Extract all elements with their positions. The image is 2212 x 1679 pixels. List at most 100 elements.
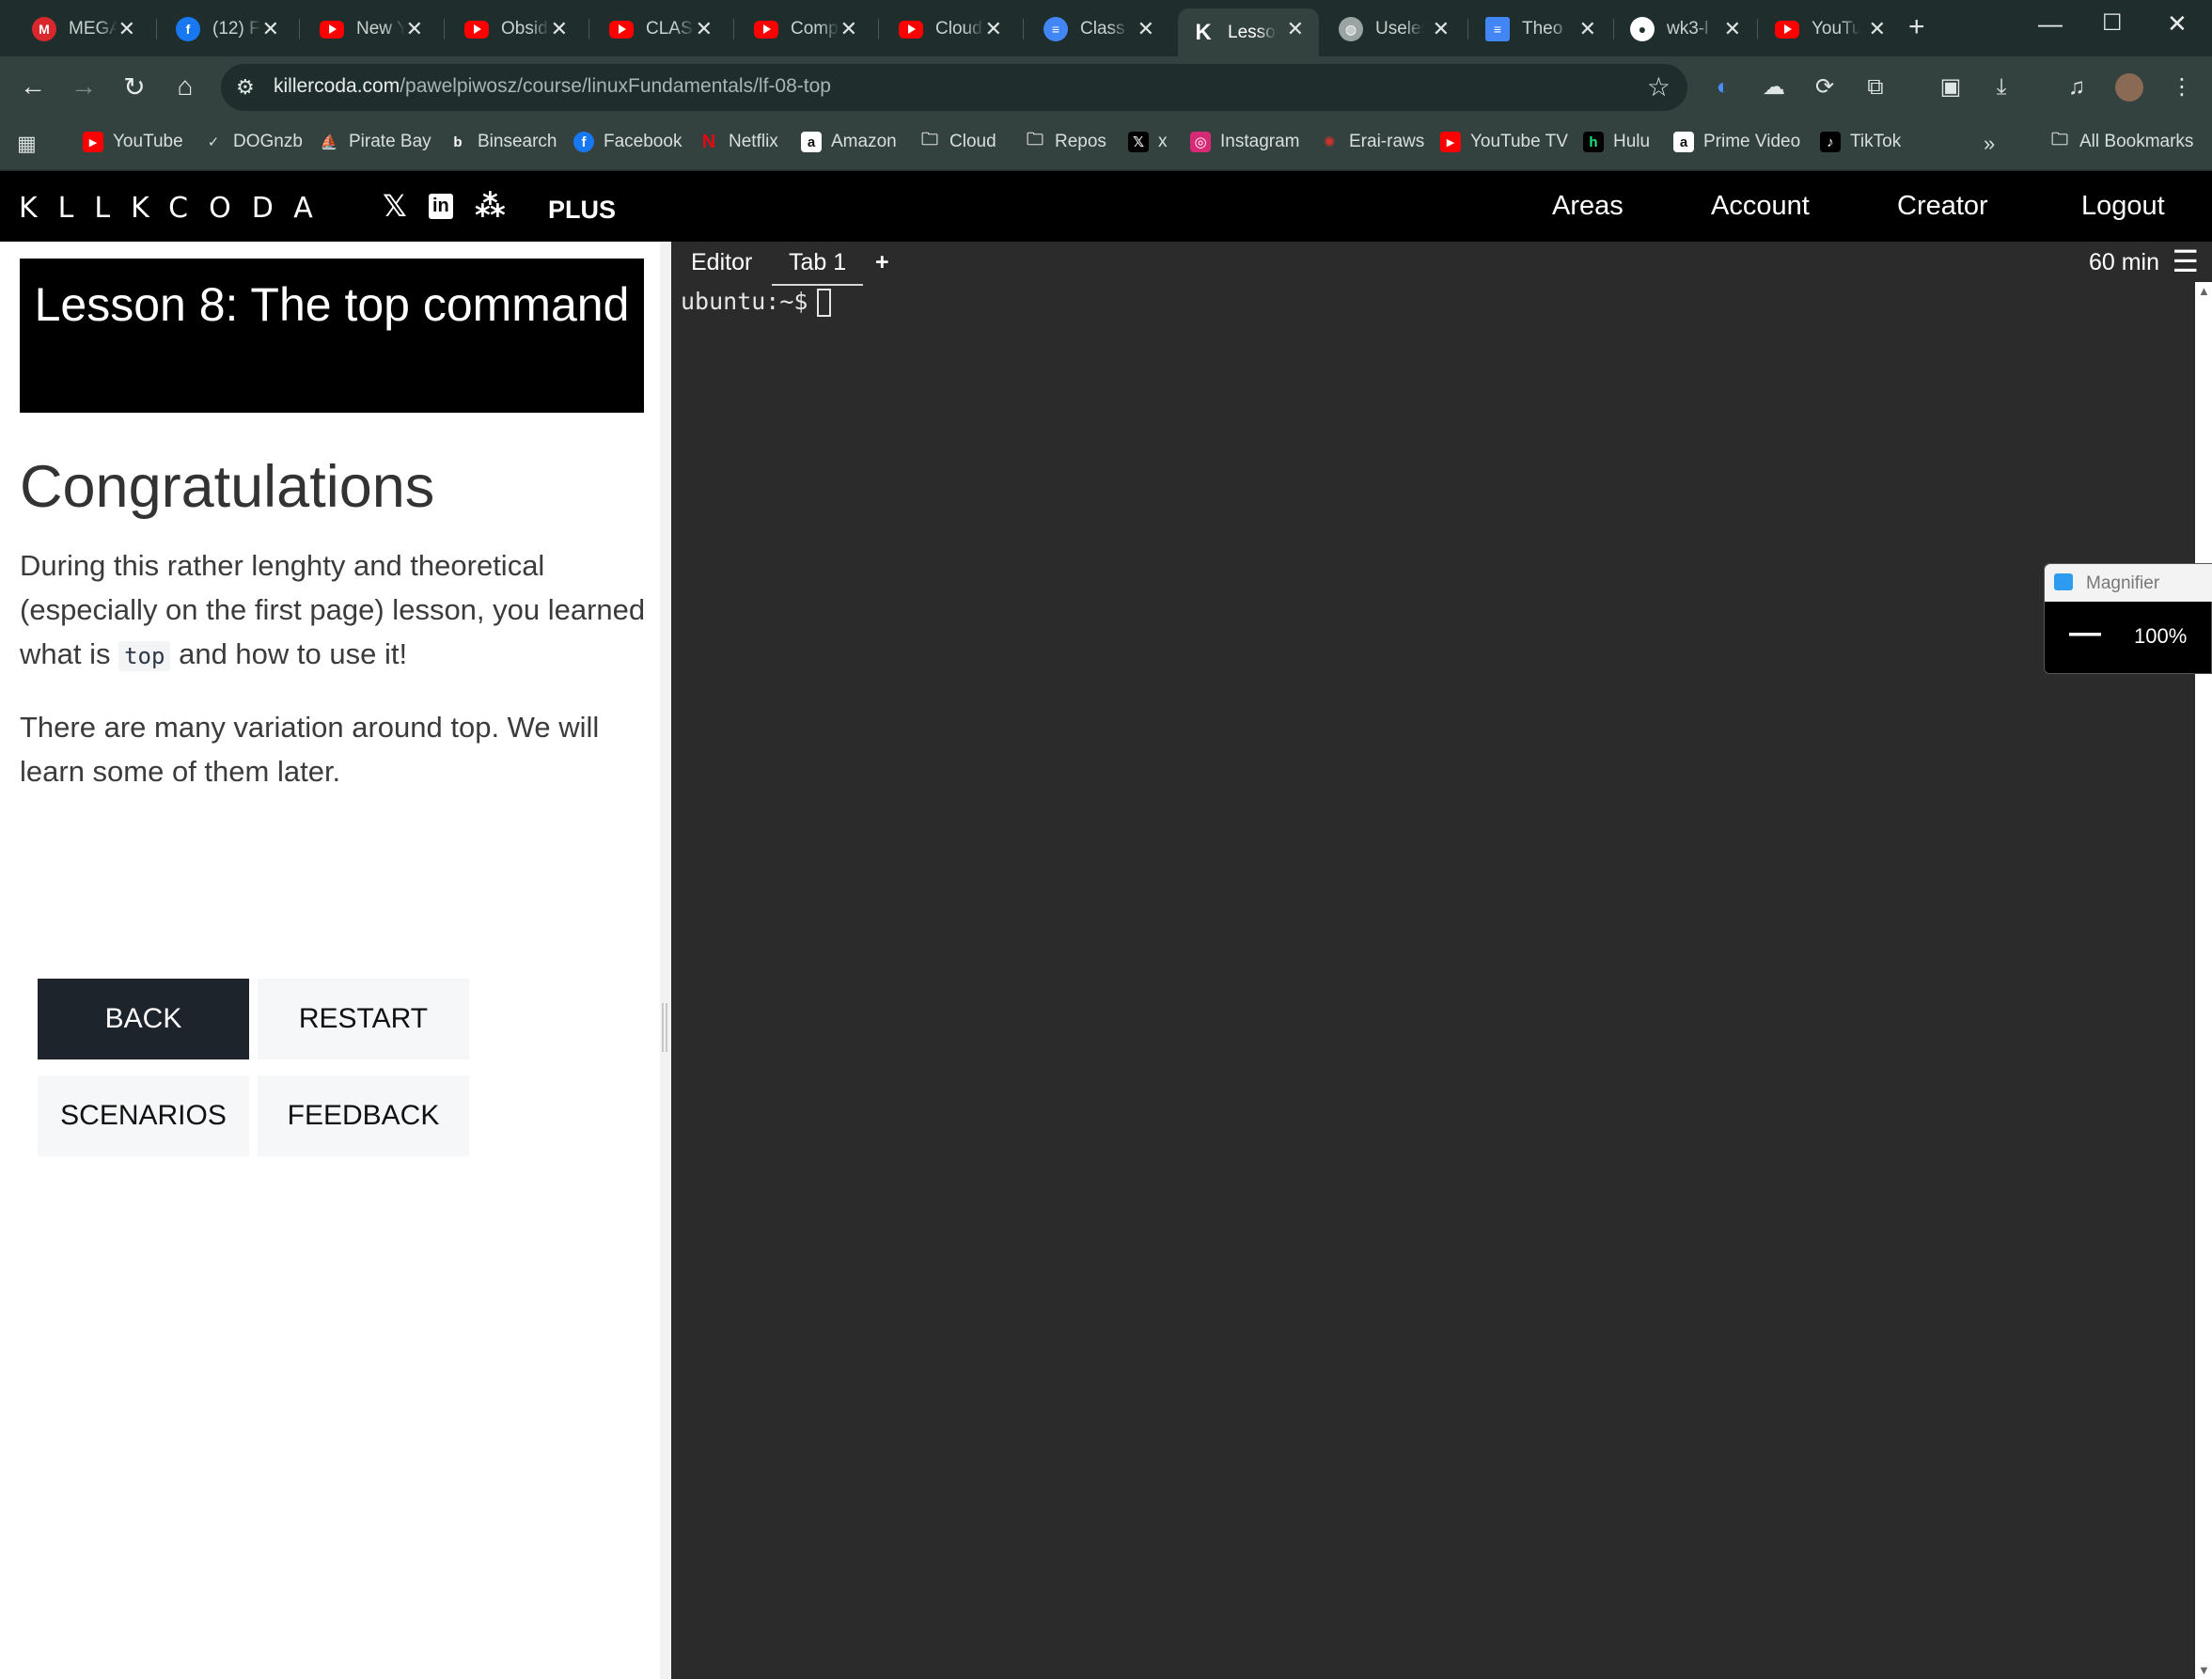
apps-grid-icon[interactable]: ▦ bbox=[17, 132, 37, 156]
reload-icon[interactable]: ↻ bbox=[118, 71, 150, 102]
close-icon[interactable]: ✕ bbox=[1869, 17, 1886, 41]
extensions-puzzle-icon[interactable]: ⧉ bbox=[1861, 73, 1890, 102]
add-tab-button[interactable]: + bbox=[875, 249, 889, 276]
bookmark-folder-cloud[interactable]: 🗀 Cloud bbox=[919, 130, 996, 152]
scenarios-button[interactable]: SCENARIOS bbox=[38, 1075, 249, 1156]
tab-new-youtube[interactable]: New YouTube ✕ bbox=[306, 8, 438, 50]
tab-theo[interactable]: ≡ Theo ✕ bbox=[1472, 8, 1611, 50]
back-arrow-icon[interactable]: ← bbox=[17, 71, 49, 102]
bookmark-label: x bbox=[1158, 132, 1168, 151]
terminal-prompt[interactable]: ubuntu:~$ bbox=[681, 288, 832, 317]
tab-github[interactable]: ● wk3-l ✕ bbox=[1617, 8, 1756, 50]
new-tab-button[interactable]: + bbox=[1908, 11, 1925, 43]
zoom-out-button[interactable]: — bbox=[2069, 615, 2101, 651]
close-icon[interactable]: ✕ bbox=[1287, 17, 1304, 41]
bookmark-pirate-bay[interactable]: ⛵ Pirate Bay bbox=[319, 132, 431, 152]
nav-creator[interactable]: Creator bbox=[1897, 191, 1988, 222]
nav-areas[interactable]: Areas bbox=[1552, 191, 1624, 222]
bookmark-tiktok[interactable]: ♪ TikTok bbox=[1820, 132, 1901, 152]
b-icon: b bbox=[453, 133, 463, 150]
hamburger-menu-icon[interactable]: ☰ bbox=[2172, 243, 2199, 279]
tab-useless[interactable]: ◍ Useless ✕ bbox=[1326, 8, 1465, 50]
restart-button[interactable]: RESTART bbox=[258, 979, 469, 1059]
panel-resize-handle[interactable] bbox=[660, 242, 671, 1679]
terminal-panel[interactable]: Editor Tab 1 + 60 min ☰ ubuntu:~$ ▲ ▼ bbox=[671, 242, 2212, 1679]
screen-search-icon[interactable]: ▣ bbox=[1937, 73, 1965, 102]
back-button[interactable]: BACK bbox=[38, 979, 249, 1059]
nav-logout[interactable]: Logout bbox=[2081, 191, 2165, 222]
prompt-text: ubuntu:~$ bbox=[681, 288, 808, 315]
tab-cloud[interactable]: Cloud ✕ bbox=[886, 8, 1017, 50]
tab-obsidian[interactable]: Obsidian ✕ bbox=[451, 8, 583, 50]
bookmark-x[interactable]: 𝕏x bbox=[1128, 132, 1168, 152]
tab-class-yt[interactable]: CLASS ✕ bbox=[596, 8, 728, 50]
bookmark-label: Instagram bbox=[1220, 132, 1300, 151]
tab-mega[interactable]: M MEGA ✕ bbox=[19, 8, 150, 50]
slack-icon[interactable]: ⁂ bbox=[475, 188, 506, 224]
terminal-scrollbar[interactable]: ▲ ▼ bbox=[2195, 282, 2212, 1679]
avatar[interactable] bbox=[2115, 73, 2143, 102]
tab-youtube[interactable]: YouTube ✕ bbox=[1762, 8, 1901, 50]
media-control-icon[interactable]: ♫ bbox=[2063, 73, 2091, 102]
close-icon[interactable]: ✕ bbox=[1433, 17, 1450, 41]
bookmark-netflix[interactable]: N Netflix bbox=[698, 132, 778, 152]
magnifier-window[interactable]: Magnifier — 100% bbox=[2044, 563, 2212, 674]
bookmark-erai-raws[interactable]: ✺ Erai-raws bbox=[1319, 132, 1425, 152]
bookmark-youtube[interactable]: ▶ YouTube bbox=[83, 132, 183, 152]
window-close-icon[interactable]: ✕ bbox=[2167, 9, 2188, 39]
linkedin-icon[interactable]: in bbox=[429, 194, 453, 219]
tab-class-docs[interactable]: ≡ Class ✕ bbox=[1030, 8, 1169, 50]
bookmark-star-icon[interactable]: ☆ bbox=[1647, 71, 1671, 102]
tab-terminal-1[interactable]: Tab 1 bbox=[772, 249, 864, 286]
erai-icon: ✺ bbox=[1323, 134, 1336, 150]
bookmark-facebook[interactable]: f Facebook bbox=[573, 132, 682, 152]
x-social-icon[interactable]: 𝕏 bbox=[383, 188, 407, 224]
extension-icon[interactable]: ☁ bbox=[1760, 73, 1788, 102]
all-bookmarks-folder[interactable]: 🗀 All Bookmarks bbox=[2049, 130, 2193, 152]
address-bar[interactable]: ⚙ killercoda.com/pawelpiwosz/course/linu… bbox=[221, 64, 1687, 111]
close-icon[interactable]: ✕ bbox=[840, 17, 857, 41]
tab-lesson-active[interactable]: K Lesson ✕ bbox=[1178, 8, 1319, 56]
extension-icon[interactable]: ◐ bbox=[1709, 73, 1737, 102]
close-icon[interactable]: ✕ bbox=[262, 17, 279, 41]
tab-facebook[interactable]: f (12) Facebook ✕ bbox=[163, 8, 294, 50]
bookmark-prime-video[interactable]: a Prime Video bbox=[1673, 132, 1800, 152]
close-icon[interactable]: ✕ bbox=[118, 17, 135, 41]
tab-comp[interactable]: Comp ✕ bbox=[741, 8, 872, 50]
plus-link[interactable]: PLUS bbox=[548, 196, 616, 225]
minimize-icon[interactable]: — bbox=[2038, 9, 2063, 39]
chevron-more-icon[interactable]: » bbox=[1984, 132, 1995, 156]
site-settings-icon[interactable]: ⚙ bbox=[236, 75, 255, 100]
download-icon[interactable]: ⤓ bbox=[1987, 73, 2016, 102]
feedback-button[interactable]: FEEDBACK bbox=[258, 1075, 469, 1156]
close-icon[interactable]: ✕ bbox=[406, 17, 423, 41]
nav-account[interactable]: Account bbox=[1711, 191, 1810, 222]
facebook-icon: f bbox=[176, 17, 200, 41]
magnifier-titlebar[interactable]: Magnifier bbox=[2045, 564, 2212, 602]
magnifier-title: Magnifier bbox=[2086, 573, 2160, 593]
close-icon[interactable]: ✕ bbox=[1579, 17, 1596, 41]
bookmark-label: Facebook bbox=[604, 132, 682, 151]
bookmark-binsearch[interactable]: b Binsearch bbox=[447, 132, 557, 152]
maximize-icon[interactable]: ☐ bbox=[2102, 9, 2123, 37]
close-icon[interactable]: ✕ bbox=[985, 17, 1002, 41]
scroll-down-icon[interactable]: ▼ bbox=[2198, 1663, 2210, 1677]
sync-icon[interactable]: ⟳ bbox=[1811, 73, 1839, 102]
scroll-up-icon[interactable]: ▲ bbox=[2198, 284, 2210, 298]
close-icon[interactable]: ✕ bbox=[696, 17, 713, 41]
amazon-icon: a bbox=[1673, 132, 1694, 152]
menu-kebab-icon[interactable]: ⋮ bbox=[2168, 73, 2196, 102]
close-icon[interactable]: ✕ bbox=[1137, 17, 1154, 41]
close-icon[interactable]: ✕ bbox=[1724, 17, 1741, 41]
forward-arrow-icon[interactable]: → bbox=[68, 71, 100, 102]
bookmark-youtube-tv[interactable]: ▶ YouTube TV bbox=[1440, 132, 1568, 152]
killercoda-logo[interactable]: KLLKCODA bbox=[19, 192, 334, 225]
bookmark-amazon[interactable]: a Amazon bbox=[801, 132, 897, 152]
home-icon[interactable]: ⌂ bbox=[169, 71, 201, 102]
bookmark-hulu[interactable]: h Hulu bbox=[1583, 132, 1650, 152]
bookmark-dognzb[interactable]: ✓ DOGnzb bbox=[203, 132, 303, 152]
tab-editor[interactable]: Editor bbox=[691, 249, 752, 276]
close-icon[interactable]: ✕ bbox=[551, 17, 568, 41]
bookmark-instagram[interactable]: ◎ Instagram bbox=[1190, 132, 1299, 152]
bookmark-folder-repos[interactable]: 🗀 Repos bbox=[1025, 130, 1106, 152]
